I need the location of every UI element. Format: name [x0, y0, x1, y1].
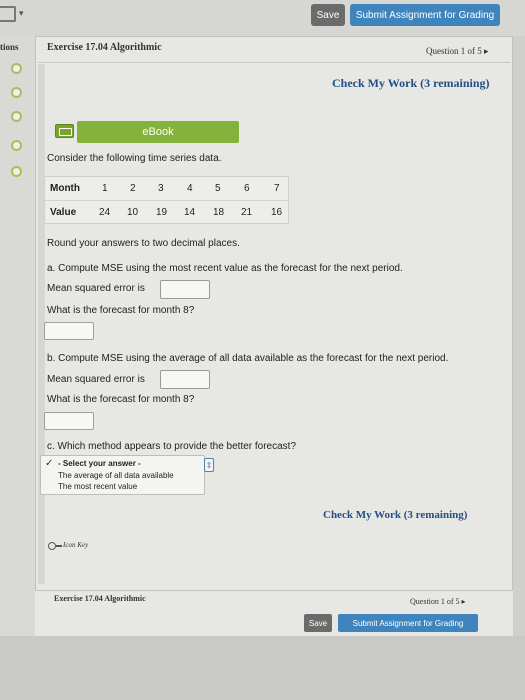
- question-status-circle-5[interactable]: [11, 166, 22, 177]
- question-status-circle-2[interactable]: [11, 87, 22, 98]
- question-list-title: tions: [0, 42, 19, 52]
- table-cell: 21: [241, 207, 253, 218]
- part-b-mse-input[interactable]: [160, 370, 210, 389]
- select-option-average[interactable]: The average of all data available: [58, 471, 174, 480]
- header-divider: [38, 62, 510, 63]
- chevron-down-icon[interactable]: ▾: [19, 8, 24, 19]
- table-cell: 24: [99, 207, 111, 218]
- footer-save-button[interactable]: Save: [304, 614, 332, 632]
- check-my-work-link-top[interactable]: Check My Work (3 remaining): [332, 76, 490, 91]
- table-cell: 6: [244, 183, 250, 194]
- table-row: Value 24 10 19 14 18 21 16: [45, 201, 288, 225]
- question-status-circle-3[interactable]: [11, 111, 22, 122]
- table-cell: 10: [127, 207, 139, 218]
- row-header-value: Value: [50, 207, 77, 218]
- part-a-forecast-label: What is the forecast for month 8?: [47, 305, 195, 316]
- footer-exercise-title: Exercise 17.04 Algorithmic: [54, 594, 146, 603]
- part-b-forecast-label: What is the forecast for month 8?: [47, 394, 195, 405]
- question-status-circle-4[interactable]: [11, 140, 22, 151]
- part-c-answer-select[interactable]: ✓ - Select your answer - The average of …: [40, 455, 205, 495]
- question-list-strip: [0, 36, 35, 700]
- problem-intro: Consider the following time series data.: [47, 153, 222, 164]
- table-cell: 18: [213, 207, 225, 218]
- row-header-month: Month: [50, 183, 80, 194]
- select-option-recent[interactable]: The most recent value: [58, 482, 137, 491]
- exercise-title: Exercise 17.04 Algorithmic: [47, 42, 162, 53]
- table-cell: 1: [102, 183, 108, 194]
- part-b-forecast-input[interactable]: [44, 412, 94, 430]
- table-cell: 2: [130, 183, 136, 194]
- part-a-forecast-input[interactable]: [44, 322, 94, 340]
- icon-key-label[interactable]: Icon Key: [63, 541, 88, 549]
- ebook-button[interactable]: eBook: [77, 121, 239, 143]
- book-icon: [55, 124, 74, 138]
- table-cell: 7: [274, 183, 280, 194]
- page-background: [0, 636, 525, 700]
- round-note: Round your answers to two decimal places…: [47, 238, 240, 249]
- table-cell: 5: [215, 183, 221, 194]
- check-my-work-link-bottom[interactable]: Check My Work (3 remaining): [323, 509, 467, 521]
- footer-question-nav[interactable]: Question 1 of 5 ▸: [410, 597, 466, 606]
- key-icon: [48, 542, 62, 550]
- part-c-prompt: c. Which method appears to provide the b…: [47, 441, 297, 452]
- part-a-mse-input[interactable]: [160, 280, 210, 299]
- table-cell: 4: [187, 183, 193, 194]
- table-cell: 19: [156, 207, 168, 218]
- table-cell: 3: [158, 183, 164, 194]
- check-icon: ✓: [45, 458, 54, 469]
- table-cell: 16: [271, 207, 283, 218]
- footer-submit-assignment-button[interactable]: Submit Assignment for Grading: [338, 614, 478, 632]
- part-b-prompt: b. Compute MSE using the average of all …: [47, 353, 449, 364]
- question-nav[interactable]: Question 1 of 5 ▸: [426, 46, 489, 57]
- table-cell: 14: [184, 207, 196, 218]
- question-status-circle-1[interactable]: [11, 63, 22, 74]
- select-option-placeholder[interactable]: - Select your answer -: [58, 459, 141, 468]
- time-series-table: Month 1 2 3 4 5 6 7 Value 24 10 19 14 18…: [44, 176, 289, 224]
- table-row: Month 1 2 3 4 5 6 7: [45, 177, 288, 201]
- save-button[interactable]: Save: [311, 4, 345, 26]
- submit-assignment-button[interactable]: Submit Assignment for Grading: [350, 4, 500, 26]
- menu-icon[interactable]: [0, 6, 16, 22]
- part-a-mse-label: Mean squared error is: [47, 283, 145, 294]
- select-arrows-icon[interactable]: ⇕: [204, 458, 214, 472]
- part-b-mse-label: Mean squared error is: [47, 374, 145, 385]
- part-a-prompt: a. Compute MSE using the most recent val…: [47, 263, 403, 274]
